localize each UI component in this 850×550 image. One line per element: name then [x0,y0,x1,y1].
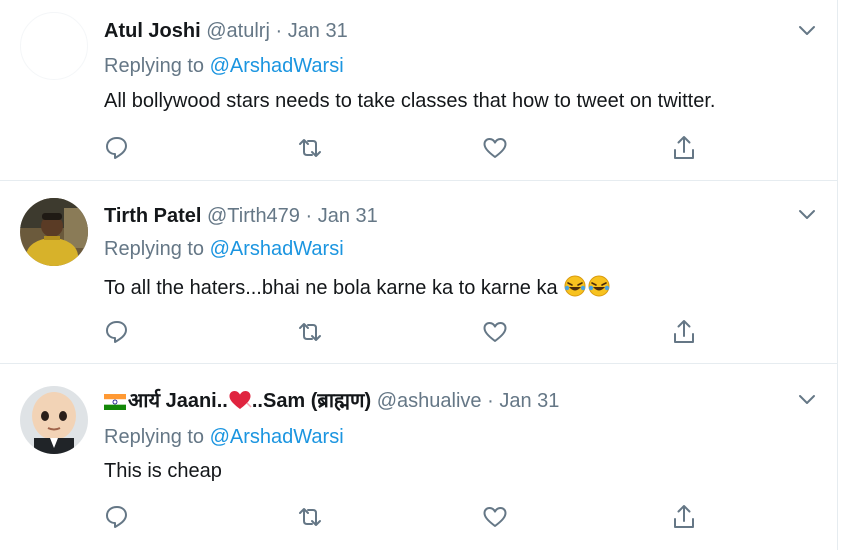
avatar-photo [20,198,88,266]
user-handle[interactable]: @atulrj [206,20,270,42]
tweet-header: आर्य Jaani.. ..Sam (ब्राह्मण) @ashualive … [104,389,559,413]
tweet-actions [0,134,838,166]
mention-link[interactable]: @ArshadWarsi [210,426,344,448]
heart-icon [483,322,507,342]
replying-to-label: Replying to [104,55,205,77]
mention-link[interactable]: @ArshadWarsi [210,55,344,77]
reply-button[interactable] [103,134,131,162]
retweet-icon [299,139,321,157]
replying-to-label: Replying to [104,238,205,260]
avatar[interactable] [20,12,88,80]
tweet-text: This is cheap [104,460,222,482]
chevron-down-icon[interactable] [798,25,816,37]
tweet-date[interactable]: Jan 31 [318,205,378,227]
user-name[interactable]: Atul Joshi [104,20,201,42]
user-handle[interactable]: @Tirth479 [207,205,300,227]
heart-emoji-icon [229,391,252,409]
retweet-icon [299,508,321,526]
retweet-button[interactable] [296,503,324,531]
heart-icon [483,138,507,158]
heart-icon [483,507,507,527]
share-icon [674,505,694,528]
like-button[interactable] [481,318,509,346]
india-flag-icon [104,394,126,410]
tweet-text: All bollywood stars needs to take classe… [104,90,716,112]
tweet-date[interactable]: Jan 31 [288,20,348,42]
like-button[interactable] [481,503,509,531]
avatar[interactable] [20,198,88,266]
tweet-actions [0,503,838,535]
laughing-emoji-icon [588,275,610,297]
tweet-feed: Atul Joshi @atulrj · Jan 31 Replying to … [0,0,838,550]
retweet-button[interactable] [296,318,324,346]
avatar[interactable] [20,386,88,454]
chevron-down-icon[interactable] [798,209,816,221]
tweet-date[interactable]: Jan 31 [499,390,559,412]
tweet-text: To all the haters...bhai ne bola karne k… [104,277,558,299]
reply-button[interactable] [103,318,131,346]
share-icon [674,136,694,159]
replying-to: Replying to @ArshadWarsi [104,425,344,449]
user-name-part1[interactable]: आर्य Jaani.. [128,390,228,412]
tweet-header: Atul Joshi @atulrj · Jan 31 [104,19,348,43]
avatar-photo [20,386,88,454]
share-button[interactable] [670,134,698,162]
separator: · [487,390,494,412]
reply-icon [106,321,127,343]
separator: · [305,205,313,227]
chevron-down-icon[interactable] [798,394,816,406]
tweet-actions [0,318,838,350]
replying-to: Replying to @ArshadWarsi [104,237,344,261]
user-name-part2[interactable]: ..Sam (ब्राह्मण) [252,390,371,412]
user-handle[interactable]: @ashualive [377,390,482,412]
retweet-button[interactable] [296,134,324,162]
tweet-header: Tirth Patel @Tirth479 · Jan 31 [104,204,378,228]
reply-button[interactable] [103,503,131,531]
reply-icon [106,137,127,159]
share-button[interactable] [670,503,698,531]
user-name[interactable]: Tirth Patel [104,205,201,227]
reply-icon [106,506,127,528]
tweet[interactable]: Atul Joshi @atulrj · Jan 31 Replying to … [0,0,838,181]
mention-link[interactable]: @ArshadWarsi [210,238,344,260]
share-icon [674,320,694,343]
separator: · [275,20,283,42]
replying-to-label: Replying to [104,426,205,448]
tweet-text-line: To all the haters...bhai ne bola karne k… [104,274,611,300]
laughing-emoji-icon [564,275,586,297]
replying-to: Replying to @ArshadWarsi [104,54,344,78]
like-button[interactable] [481,134,509,162]
share-button[interactable] [670,318,698,346]
retweet-icon [299,323,321,341]
